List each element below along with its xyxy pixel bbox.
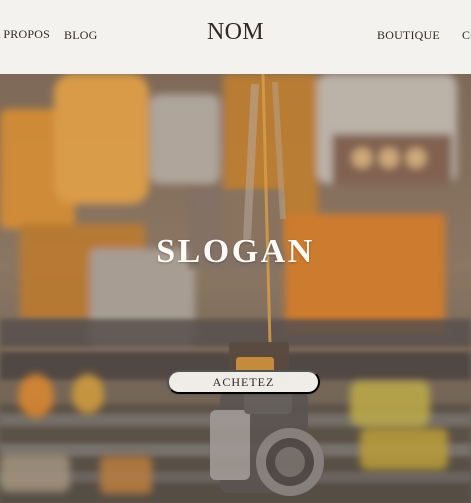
- nav-link-a-propos[interactable]: A PROPOS: [0, 27, 50, 42]
- hero-slogan: SLOGAN: [156, 232, 315, 270]
- buy-button[interactable]: ACHETEZ: [167, 370, 320, 394]
- nav-link-blog[interactable]: BLOG: [64, 28, 97, 43]
- nav-link-contact[interactable]: CONTACT: [462, 28, 471, 43]
- nav-link-boutique[interactable]: BOUTIQUE: [377, 28, 440, 43]
- site-brand[interactable]: NOM: [207, 18, 264, 46]
- site-header: A PROPOS BLOG NOM BOUTIQUE CONTACT: [0, 0, 471, 74]
- hero-overlay: [0, 74, 471, 503]
- hero-section: SLOGAN ACHETEZ: [0, 74, 471, 503]
